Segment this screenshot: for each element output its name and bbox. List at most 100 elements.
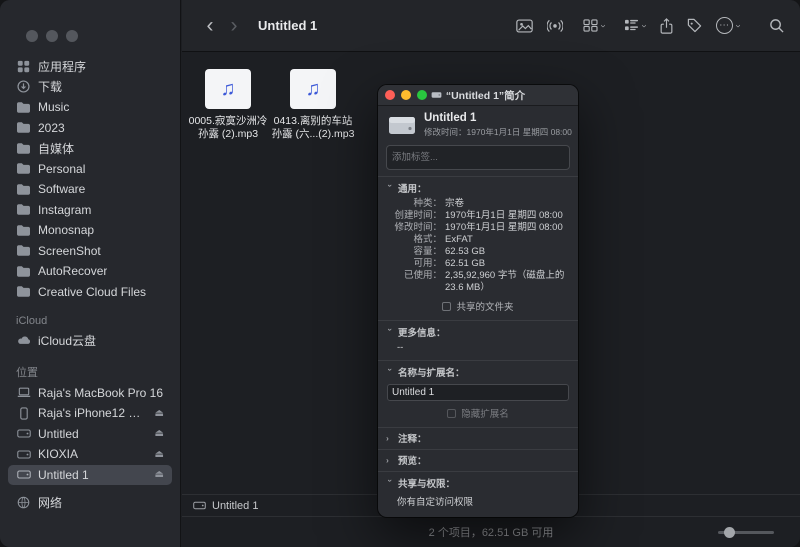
sidebar-item-iphone[interactable]: Raja's iPhone12 P... ⏏ [8,403,172,424]
row-label: 容量： [413,246,442,257]
sidebar-item-music[interactable]: Music [8,97,172,118]
folder-icon [16,101,31,113]
tags-button[interactable] [687,18,702,33]
sidebar-item-label: Raja's MacBook Pro 16 [38,385,164,400]
folder-icon [16,204,31,216]
share-button[interactable] [660,17,673,34]
sidebar-list: 应用程序 下载 Music 2023 自媒体 Personal Software… [0,56,180,513]
photo-icon [516,18,533,33]
sidebar-item-label: Untitled 1 [38,467,89,482]
close-button[interactable] [26,30,38,42]
section-header-comments[interactable]: › 注释： [386,431,570,445]
file-item[interactable]: ♫ 0005.寂寞沙洲冷 孙露 (2).mp3 [185,69,271,141]
sidebar-item-label: Personal [38,161,86,176]
section-header-preview[interactable]: › 预览： [386,453,570,467]
cloud-icon [16,335,31,345]
sidebar-item-label: Monosnap [38,223,95,238]
sidebar-item-network[interactable]: 网络 [8,492,172,513]
toolbar-buttons: › › ⋯ › [516,17,784,34]
more-actions-button[interactable]: ⋯ › [715,17,743,34]
sidebar-item-instagram[interactable]: Instagram [8,200,172,221]
toolbar: ‹ › Untitled 1 › › ⋯ › [182,0,800,52]
sidebar-item-downloads[interactable]: 下载 [8,77,172,98]
sidebar-item-software[interactable]: Software [8,179,172,200]
sidebar-item-label: Software [38,182,86,197]
airdrop-button[interactable] [546,18,563,33]
minimize-button[interactable] [401,90,411,100]
icon-size-slider[interactable] [718,526,774,538]
folder-icon [16,286,31,298]
file-name: 0005.寂寞沙洲冷 孙露 (2).mp3 [188,115,268,140]
sidebar-item-creative-cloud-files[interactable]: Creative Cloud Files [8,282,172,303]
zoom-button[interactable] [66,30,78,42]
section-header-general[interactable]: › 通用： [385,181,570,195]
sidebar-item-2023[interactable]: 2023 [8,118,172,139]
eject-button[interactable]: ⏏ [151,408,164,419]
search-button[interactable] [769,18,784,33]
sidebar-item-applications[interactable]: 应用程序 [8,56,172,77]
group-by-button[interactable]: › [624,19,650,32]
section-header-name-extension[interactable]: › 名称与扩展名： [385,365,570,379]
zoom-button[interactable] [417,90,427,100]
eject-button[interactable]: ⏏ [151,449,164,460]
view-options-button[interactable]: › [583,19,609,32]
add-tags-field[interactable] [386,145,570,170]
volume-name: Untitled 1 [424,112,477,124]
sidebar: 应用程序 下载 Music 2023 自媒体 Personal Software… [0,0,181,547]
sidebar-item-personal[interactable]: Personal [8,159,172,180]
sidebar-item-kioxia[interactable]: KIOXIA ⏏ [8,444,172,465]
info-title-bar: “Untitled 1”简介 [378,85,578,106]
disclosure-chevron-icon: › [386,432,389,443]
close-button[interactable] [385,90,395,100]
back-button[interactable]: ‹ [198,15,222,36]
sidebar-item-untitled-1[interactable]: Untitled 1 ⏏ [8,464,172,485]
sharing-permissions-value: 你有自定访问权限 [397,497,474,508]
section-sharing-permissions: › 共享与权限： 你有自定访问权限 [378,471,578,517]
row-value: 宗卷 [445,198,465,209]
row-label: 可用： [413,258,442,269]
sidebar-item-label: Untitled [38,426,79,441]
gallery-button[interactable] [516,18,533,33]
hide-extension-checkbox[interactable] [447,408,457,418]
section-header-more-info[interactable]: › 更多信息： [385,325,570,339]
sidebar-item-macbook[interactable]: Raja's MacBook Pro 16 [8,383,172,404]
sidebar-item-screenshot[interactable]: ScreenShot [8,241,172,262]
info-header: Untitled 1 修改时间：1970年1月1日 星期四 08:00 [378,106,578,143]
sidebar-item-zimeiti[interactable]: 自媒体 [8,138,172,159]
sidebar-item-label: 2023 [38,120,65,135]
sidebar-section-locations: 位置 [16,366,38,379]
ellipsis-icon: ⋯ [715,17,733,34]
sidebar-item-label: Creative Cloud Files [38,284,147,299]
sidebar-item-autorecover[interactable]: AutoRecover [8,261,172,282]
more-info-value: -- [397,342,404,353]
sidebar-item-label: Music [38,100,70,115]
finder-window: 应用程序 下载 Music 2023 自媒体 Personal Software… [0,0,800,547]
sidebar-item-label: Instagram [38,202,92,217]
group-icon [624,19,639,32]
laptop-icon [16,387,31,398]
shared-folder-checkbox[interactable] [442,301,452,311]
section-header-sharing[interactable]: › 共享与权限： [385,476,570,490]
folder-icon [16,122,31,134]
eject-button[interactable]: ⏏ [151,428,164,439]
music-note-icon: ♫ [220,78,236,100]
mp3-file-icon: ♫ [205,69,251,109]
section-more-info: › 更多信息： -- [378,320,578,360]
chevron-down-icon: › [638,23,650,28]
path-item[interactable]: Untitled 1 [212,500,258,512]
sidebar-item-untitled[interactable]: Untitled ⏏ [8,424,172,445]
name-extension-input[interactable] [387,384,569,401]
disclosure-chevron-icon: › [385,479,396,482]
file-item[interactable]: ♫ 0413.离别的车站 孙露 (六...(2).mp3 [270,69,356,141]
window-traffic-lights [0,0,180,42]
eject-button[interactable]: ⏏ [151,469,164,480]
external-disk-icon [16,470,31,479]
forward-button[interactable]: › [222,15,246,36]
minimize-button[interactable] [46,30,58,42]
folder-icon [16,142,31,154]
slider-knob[interactable] [724,526,735,538]
sidebar-item-monosnap[interactable]: Monosnap [8,220,172,241]
row-label: 种类： [413,198,442,209]
sidebar-item-icloud-drive[interactable]: iCloud云盘 [8,330,172,351]
sidebar-item-label: AutoRecover [38,264,108,279]
